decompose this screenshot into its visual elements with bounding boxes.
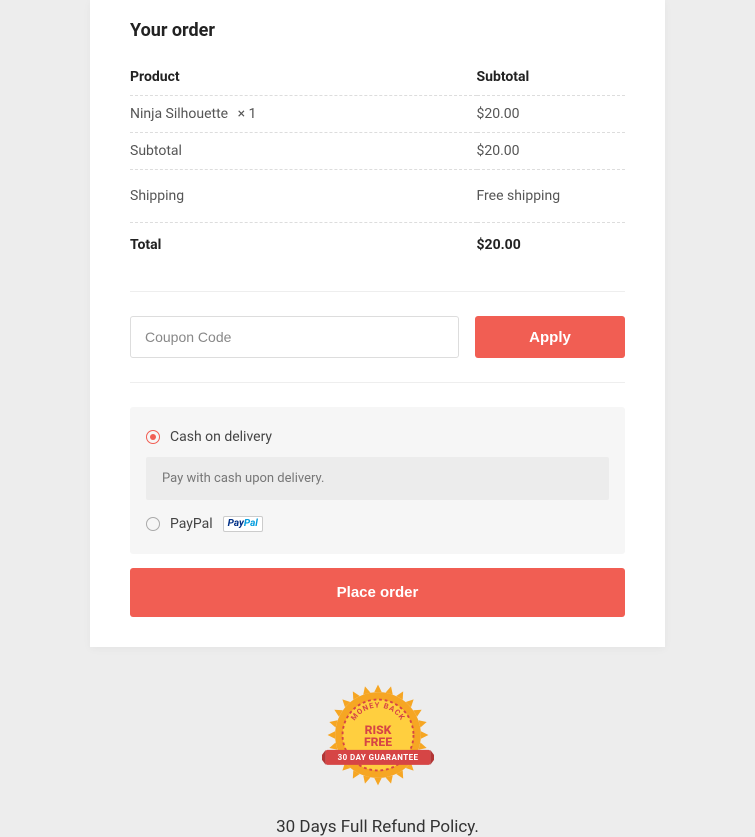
shipping-row: Shipping Free shipping [130, 170, 625, 223]
place-order-button[interactable]: Place order [130, 568, 625, 617]
cod-label: Cash on delivery [170, 429, 272, 445]
product-qty: × 1 [238, 106, 257, 122]
payment-option-cod[interactable]: Cash on delivery [146, 423, 609, 451]
total-value: $20.00 [477, 223, 626, 268]
header-product: Product [130, 59, 477, 96]
coupon-input[interactable] [130, 316, 459, 358]
line-item-row: Ninja Silhouette × 1 $20.00 [130, 96, 625, 133]
refund-policy-text: 30 Days Full Refund Policy. [0, 817, 755, 837]
line-item-name: Ninja Silhouette × 1 [130, 96, 477, 133]
radio-paypal[interactable] [146, 517, 160, 531]
total-label: Total [130, 223, 477, 268]
shipping-value: Free shipping [477, 170, 626, 223]
guarantee-wrap: MONEY BACK RISK FREE 30 DAY GUARANTEE 30… [0, 679, 755, 837]
cod-description: Pay with cash upon delivery. [146, 457, 609, 500]
guarantee-badge-icon: MONEY BACK RISK FREE 30 DAY GUARANTEE [322, 679, 434, 791]
svg-text:FREE: FREE [363, 735, 391, 749]
paypal-icon: PayPal [223, 516, 263, 532]
shipping-label: Shipping [130, 170, 477, 223]
product-name: Ninja Silhouette [130, 106, 228, 122]
line-item-price: $20.00 [477, 96, 626, 133]
divider [130, 382, 625, 383]
table-header-row: Product Subtotal [130, 59, 625, 96]
order-summary-table: Product Subtotal Ninja Silhouette × 1 $2… [130, 59, 625, 267]
payment-methods: Cash on delivery Pay with cash upon deli… [130, 407, 625, 554]
section-title: Your order [130, 0, 625, 59]
apply-coupon-button[interactable]: Apply [475, 316, 625, 358]
payment-option-paypal[interactable]: PayPal PayPal [146, 510, 609, 538]
total-row: Total $20.00 [130, 223, 625, 268]
subtotal-value: $20.00 [477, 133, 626, 170]
divider [130, 291, 625, 292]
order-review-card: Your order Product Subtotal Ninja Silhou… [90, 0, 665, 647]
header-subtotal: Subtotal [477, 59, 626, 96]
coupon-row: Apply [130, 316, 625, 358]
subtotal-label: Subtotal [130, 133, 477, 170]
paypal-label: PayPal [170, 516, 213, 532]
subtotal-row: Subtotal $20.00 [130, 133, 625, 170]
radio-cod[interactable] [146, 430, 160, 444]
svg-text:30 DAY GUARANTEE: 30 DAY GUARANTEE [337, 753, 418, 762]
